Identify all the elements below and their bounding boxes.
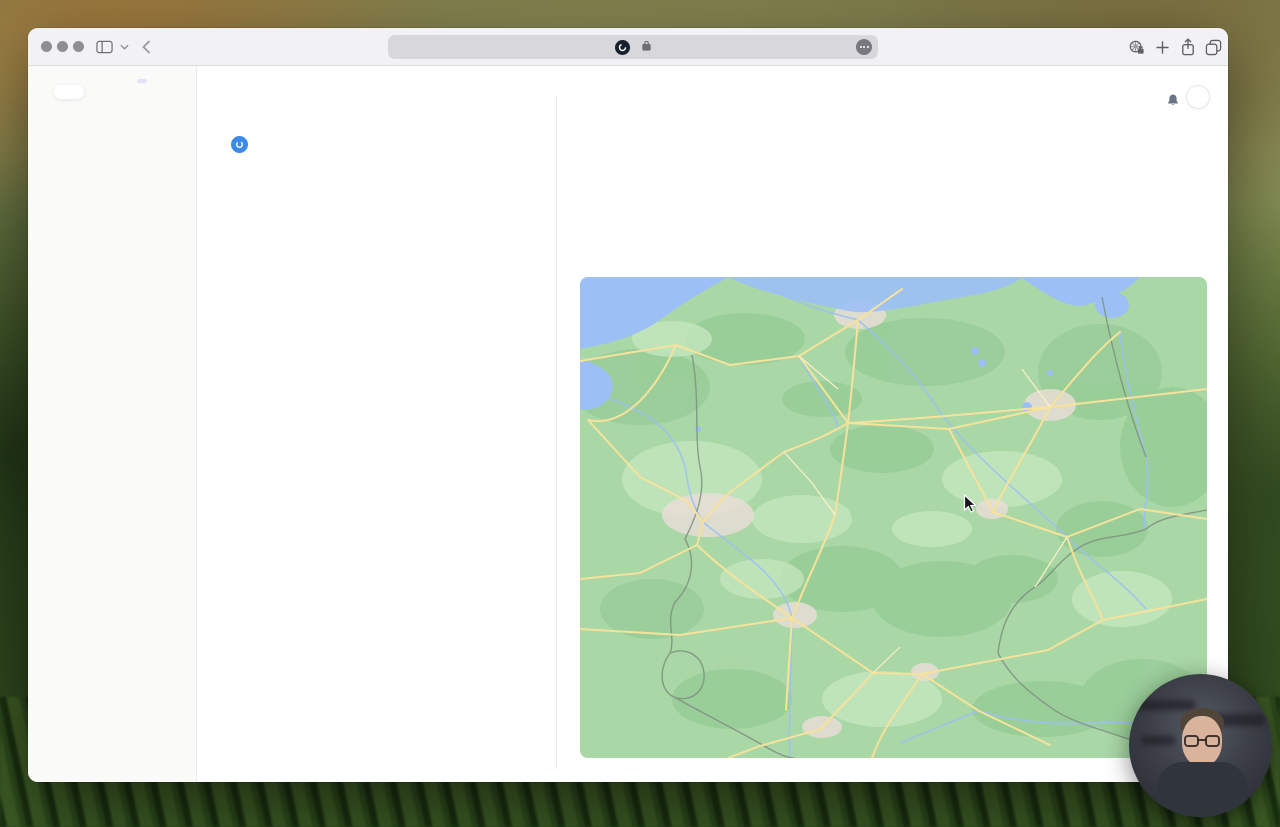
sidebar bbox=[28, 66, 197, 782]
close-window-button[interactable] bbox=[41, 41, 52, 52]
webcam-background-shelf bbox=[1135, 700, 1195, 710]
new-tab-icon[interactable] bbox=[1155, 28, 1170, 66]
browser-toolbar bbox=[28, 28, 1228, 66]
webcam-background-shelf bbox=[1141, 736, 1175, 745]
map[interactable] bbox=[580, 277, 1207, 758]
person-glasses-bridge bbox=[1198, 739, 1206, 741]
smatchly-notification-icon bbox=[231, 136, 248, 153]
mouse-cursor bbox=[963, 494, 977, 513]
zoom-window-button[interactable] bbox=[73, 41, 84, 52]
back-button[interactable] bbox=[142, 28, 151, 66]
person-glasses bbox=[1205, 735, 1220, 747]
main-content bbox=[197, 66, 1228, 782]
person-glasses bbox=[1184, 735, 1199, 747]
toolbar-chevron-down-icon[interactable] bbox=[120, 28, 129, 66]
person-shirt bbox=[1157, 762, 1247, 817]
site-favicon-icon bbox=[615, 39, 630, 55]
vertical-divider bbox=[556, 96, 557, 768]
privacy-report-icon[interactable] bbox=[1128, 28, 1145, 66]
notifications-bell-icon[interactable] bbox=[1162, 89, 1184, 111]
minimize-window-button[interactable] bbox=[57, 41, 68, 52]
address-bar[interactable] bbox=[388, 35, 878, 59]
import-notification bbox=[231, 134, 259, 153]
tab-overview-icon[interactable] bbox=[1205, 28, 1222, 66]
browser-window bbox=[28, 28, 1228, 782]
sidebar-toggle-icon[interactable] bbox=[96, 28, 113, 66]
user-avatar[interactable] bbox=[1186, 85, 1210, 109]
share-icon[interactable] bbox=[1180, 28, 1196, 66]
lock-icon bbox=[642, 40, 651, 54]
app-logo bbox=[54, 85, 84, 99]
map-canvas bbox=[580, 277, 1207, 758]
beta-badge bbox=[137, 79, 147, 83]
webcam-overlay bbox=[1129, 674, 1272, 817]
reader-options-icon[interactable] bbox=[856, 39, 872, 55]
